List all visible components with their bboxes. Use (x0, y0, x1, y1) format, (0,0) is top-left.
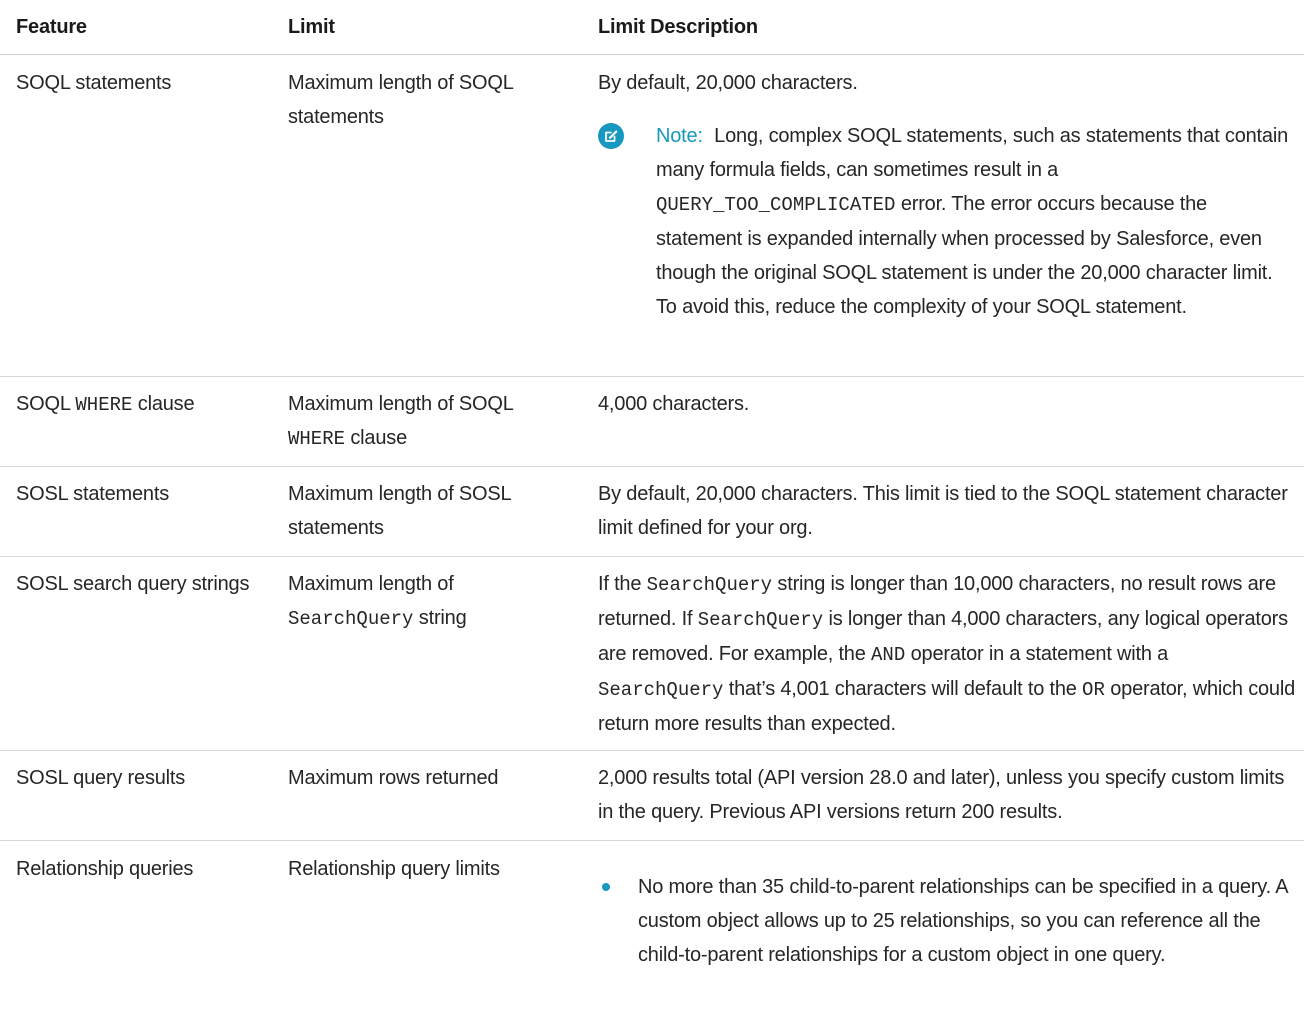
limit-cell: Maximum length of SearchQuery string (288, 573, 467, 630)
code-searchquery: SearchQuery (288, 608, 414, 630)
table-header-row: Feature Limit Limit Description (0, 0, 1304, 55)
limit-cell: Maximum length of SOSL statements (288, 483, 511, 539)
code-searchquery: SearchQuery (646, 574, 773, 596)
feature-cell: SOSL search query strings (16, 573, 250, 595)
limits-table: Feature Limit Limit Description SOQL sta… (0, 0, 1304, 1011)
table-row: SOQL statements Maximum length of SOQL s… (0, 55, 1304, 377)
table-row: SOSL query results Maximum rows returned… (0, 751, 1304, 841)
header-feature: Feature (16, 16, 87, 38)
note-body: Note: Long, complex SOQL statements, suc… (656, 119, 1296, 324)
limit-cell: Maximum length of SOQL WHERE clause (288, 393, 514, 450)
feature-cell: SOQL statements (16, 72, 172, 94)
header-limit-description: Limit Description (598, 16, 758, 38)
header-limit: Limit (288, 16, 335, 38)
description-cell: By default, 20,000 characters. (598, 72, 858, 94)
table-row: SOSL statements Maximum length of SOSL s… (0, 467, 1304, 557)
limit-cell: Maximum length of SOQL statements (288, 72, 513, 128)
feature-cell: SOSL statements (16, 483, 169, 505)
description-cell: 2,000 results total (API version 28.0 an… (598, 767, 1285, 823)
code-searchquery: SearchQuery (598, 679, 724, 701)
note-text: Long, complex SOQL statements, such as s… (656, 125, 1289, 181)
code-where: WHERE (75, 394, 133, 416)
code-or: OR (1082, 679, 1105, 701)
code-and: AND (871, 644, 906, 666)
edit-note-icon (598, 123, 624, 149)
description-cell: If the SearchQuery string is longer than… (598, 573, 1296, 735)
feature-cell: Relationship queries (16, 858, 194, 880)
feature-cell: SOQL WHERE clause (16, 393, 195, 416)
description-cell: 4,000 characters. (598, 393, 750, 415)
code-where: WHERE (288, 428, 346, 450)
list-item: No more than 35 child-to-parent relation… (598, 870, 1298, 972)
relationship-limits-list: No more than 35 child-to-parent relation… (598, 870, 1298, 972)
table-row: SOSL search query strings Maximum length… (0, 557, 1304, 751)
code-query-too-complicated: QUERY_TOO_COMPLICATED (656, 194, 896, 216)
limit-cell: Maximum rows returned (288, 767, 499, 789)
note-label: Note: (656, 125, 703, 147)
bullet-icon (602, 883, 610, 891)
code-searchquery: SearchQuery (697, 609, 824, 631)
description-cell: By default, 20,000 characters. This limi… (598, 483, 1288, 539)
table-row: SOQL WHERE clause Maximum length of SOQL… (0, 377, 1304, 467)
limit-cell: Relationship query limits (288, 858, 500, 880)
table-row: Relationship queries Relationship query … (0, 841, 1304, 1011)
feature-cell: SOSL query results (16, 767, 186, 789)
